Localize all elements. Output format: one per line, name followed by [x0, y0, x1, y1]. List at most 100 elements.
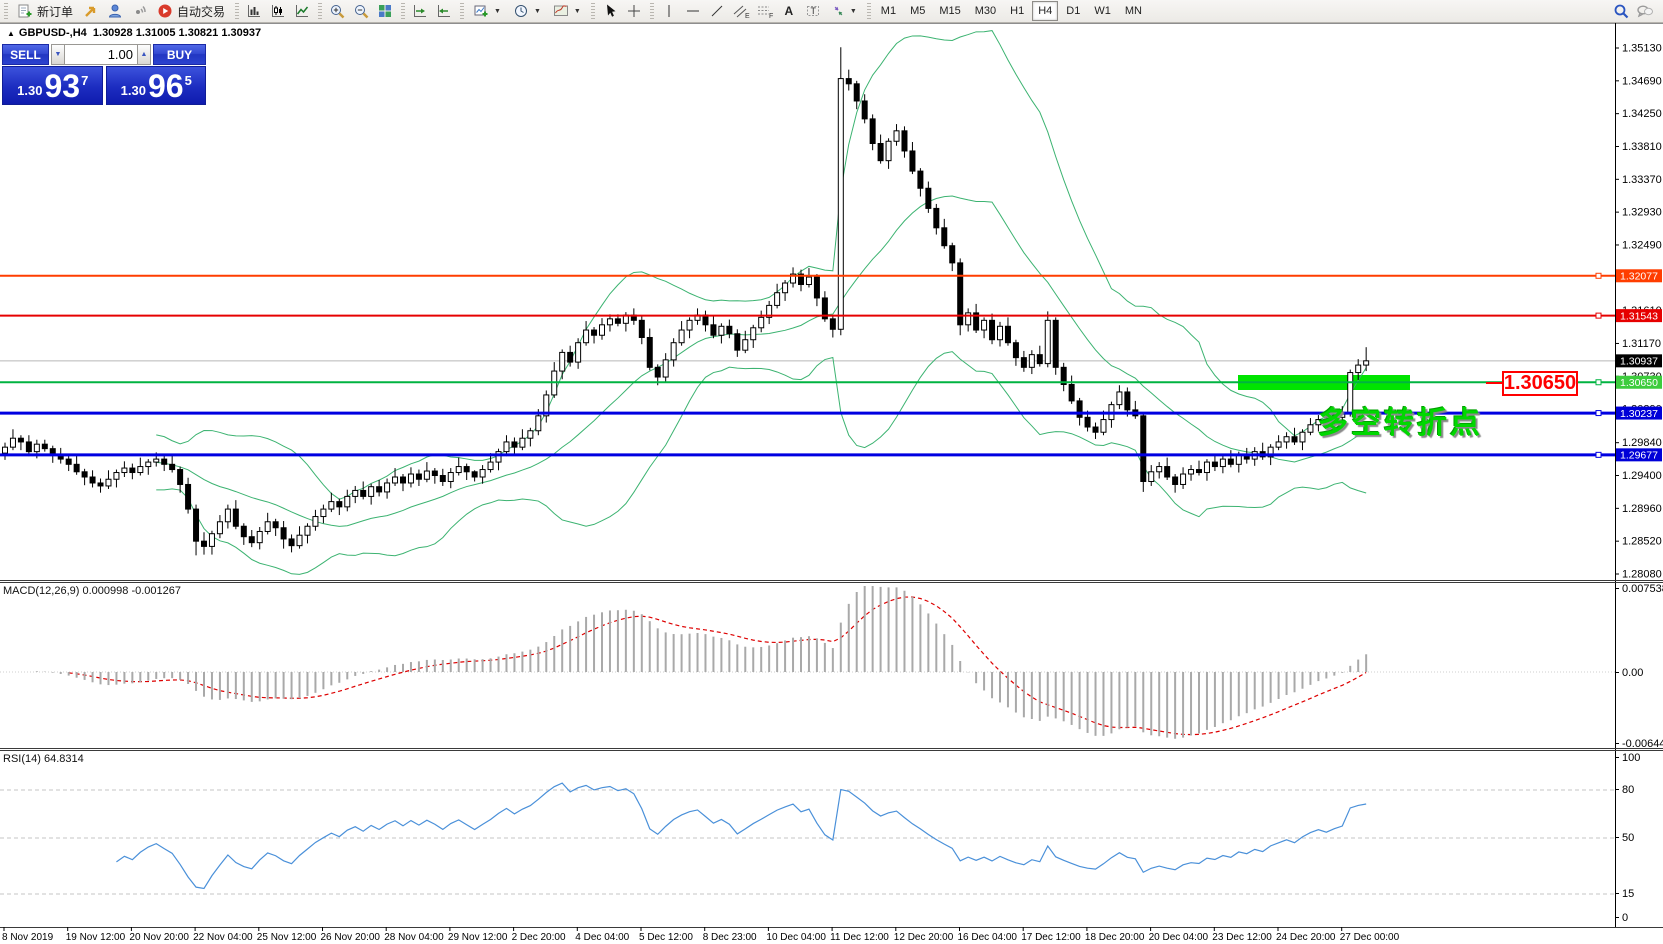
rsi-name: RSI(14) — [3, 753, 41, 765]
candlestick-chart-icon[interactable] — [266, 1, 290, 21]
toolbar-separator — [318, 3, 322, 19]
timeframe-M1[interactable]: M1 — [875, 1, 902, 21]
bar-chart-icon[interactable] — [242, 1, 266, 21]
zoom-out-icon[interactable] — [349, 1, 373, 21]
svg-text:-0.006446: -0.006446 — [1622, 738, 1663, 750]
new-order-button[interactable]: 新订单 — [11, 1, 79, 21]
svg-text:1.30237: 1.30237 — [1620, 408, 1658, 420]
svg-text:25 Nov 12:00: 25 Nov 12:00 — [257, 932, 317, 943]
timeframe-H4[interactable]: H4 — [1032, 1, 1058, 21]
trendline-tool-icon[interactable] — [705, 1, 729, 21]
crosshair-icon[interactable] — [622, 1, 646, 21]
svg-text:1.31170: 1.31170 — [1622, 338, 1661, 350]
current-price-label: 1.30937 — [1616, 354, 1662, 367]
text-tool-icon[interactable]: A — [777, 1, 801, 21]
arrows-tool-button[interactable]: ▼ — [825, 1, 863, 21]
vertical-line-tool-icon[interactable] — [657, 1, 681, 21]
chevron-down-icon: ▼ — [574, 8, 581, 15]
macd-indicator-label: MACD(12,26,9) 0.000998 -0.001267 — [3, 585, 181, 597]
main-toolbar: 新订单 自动交易 ▼ ▼ — [0, 0, 1663, 23]
timeframe-H1[interactable]: H1 — [1004, 1, 1030, 21]
macd-signal-value: -0.001267 — [131, 585, 181, 597]
svg-text:F: F — [769, 13, 773, 19]
indicators-button[interactable]: ▼ — [467, 1, 507, 21]
svg-text:8 Dec 23:00: 8 Dec 23:00 — [703, 932, 757, 943]
svg-text:1.28960: 1.28960 — [1622, 503, 1662, 515]
svg-text:20 Nov 20:00: 20 Nov 20:00 — [129, 932, 189, 943]
symbol-title: GBPUSD-,H4 — [19, 27, 87, 39]
templates-button[interactable]: ▼ — [547, 1, 587, 21]
sell-button[interactable]: SELL — [2, 44, 49, 65]
time-axis[interactable]: 8 Nov 201919 Nov 12:0020 Nov 20:0022 Nov… — [2, 927, 1400, 943]
periods-button[interactable]: ▼ — [507, 1, 547, 21]
toolbar-separator — [401, 3, 405, 19]
svg-text:26 Nov 20:00: 26 Nov 20:00 — [321, 932, 381, 943]
svg-text:T: T — [810, 6, 816, 16]
line-chart-icon[interactable] — [290, 1, 314, 21]
rsi-indicator-label: RSI(14) 64.8314 — [3, 753, 84, 765]
svg-text:24 Dec 20:00: 24 Dec 20:00 — [1276, 932, 1336, 943]
tile-windows-icon[interactable] — [373, 1, 397, 21]
svg-text:5 Dec 12:00: 5 Dec 12:00 — [639, 932, 693, 943]
horizontal-line-tool-icon[interactable] — [681, 1, 705, 21]
svg-text:27 Dec 00:00: 27 Dec 00:00 — [1340, 932, 1400, 943]
ohlc-values: 1.30928 1.31005 1.30821 1.30937 — [93, 27, 261, 39]
timeframe-MN[interactable]: MN — [1119, 1, 1148, 21]
timeframe-M15[interactable]: M15 — [933, 1, 966, 21]
svg-text:1.32490: 1.32490 — [1622, 239, 1662, 251]
macd-name: MACD(12,26,9) — [3, 585, 79, 597]
timeframe-W1[interactable]: W1 — [1088, 1, 1117, 21]
buy-button[interactable]: BUY — [153, 44, 206, 65]
timeframe-D1[interactable]: D1 — [1060, 1, 1086, 21]
svg-text:20 Dec 04:00: 20 Dec 04:00 — [1149, 932, 1209, 943]
svg-text:1.29400: 1.29400 — [1622, 470, 1662, 482]
chart-canvas[interactable]: 1.351301.346901.342501.338101.333701.329… — [0, 0, 1663, 944]
toolbar-separator — [235, 3, 239, 19]
svg-text:28 Nov 04:00: 28 Nov 04:00 — [384, 932, 444, 943]
volume-increase-button[interactable]: ▲ — [137, 44, 151, 65]
toolbar-separator — [650, 3, 654, 19]
profile-icon[interactable] — [103, 1, 127, 21]
search-icon[interactable] — [1609, 1, 1633, 21]
chart-plot-area[interactable] — [0, 23, 1663, 927]
timeframe-group: M1M5M15M30H1H4D1W1MN — [874, 1, 1149, 21]
svg-text:15: 15 — [1622, 888, 1634, 900]
chevron-down-icon: ▼ — [494, 8, 501, 15]
svg-text:23 Dec 12:00: 23 Dec 12:00 — [1212, 932, 1272, 943]
chart-shift-icon[interactable] — [432, 1, 456, 21]
chart-title: ▲ GBPUSD-,H4 1.30928 1.31005 1.30821 1.30… — [7, 27, 261, 39]
fibonacci-tool-icon[interactable]: F — [753, 1, 777, 21]
zoom-in-icon[interactable] — [325, 1, 349, 21]
auto-scroll-icon[interactable] — [408, 1, 432, 21]
sell-price-display[interactable]: 1.30937 — [2, 66, 103, 105]
svg-text:1.34250: 1.34250 — [1622, 108, 1662, 120]
svg-text:8 Nov 2019: 8 Nov 2019 — [2, 932, 54, 943]
cursor-icon[interactable] — [598, 1, 622, 21]
volume-decrease-button[interactable]: ▼ — [51, 44, 65, 65]
buy-price-display[interactable]: 1.30965 — [106, 66, 207, 105]
sell-price-prefix: 1.30 — [17, 83, 42, 98]
text-label-tool-icon[interactable]: T — [801, 1, 825, 21]
price-level-note[interactable]: 1.30650 — [1502, 371, 1578, 396]
svg-text:1.33370: 1.33370 — [1622, 174, 1662, 186]
autotrading-button[interactable]: 自动交易 — [151, 1, 231, 21]
volume-input[interactable] — [65, 44, 137, 65]
metaquotes-icon[interactable] — [79, 1, 103, 21]
autotrading-label: 自动交易 — [177, 3, 225, 20]
svg-text:1.30937: 1.30937 — [1620, 356, 1658, 368]
chat-icon[interactable] — [1633, 1, 1657, 21]
svg-text:18 Dec 20:00: 18 Dec 20:00 — [1085, 932, 1145, 943]
turning-point-note[interactable]: 多空转折点 — [1318, 398, 1483, 442]
mt4-window: { "toolbar": { "new_order_label": "新订单",… — [0, 0, 1663, 944]
signal-icon[interactable] — [127, 1, 151, 21]
timeframe-M5[interactable]: M5 — [904, 1, 931, 21]
buy-price-big: 96 — [148, 70, 184, 102]
equidistant-channel-tool-icon[interactable]: E — [729, 1, 753, 21]
svg-text:22 Nov 04:00: 22 Nov 04:00 — [193, 932, 253, 943]
toolbar-separator — [591, 3, 595, 19]
toolbar-separator — [460, 3, 464, 19]
svg-text:12 Dec 20:00: 12 Dec 20:00 — [894, 932, 954, 943]
svg-text:1.28520: 1.28520 — [1622, 536, 1662, 548]
collapse-arrow-icon[interactable]: ▲ — [7, 29, 15, 38]
timeframe-M30[interactable]: M30 — [969, 1, 1002, 21]
